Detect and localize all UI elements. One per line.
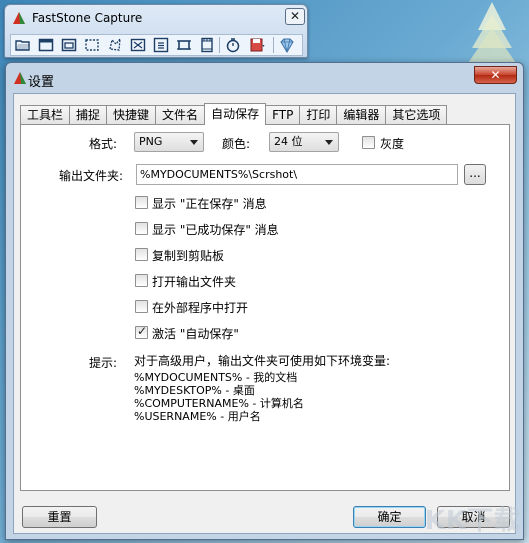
output-folder-value: %MYDOCUMENTS%\Scrshot\ (140, 168, 298, 181)
tab-other-options[interactable]: 其它选项 (385, 105, 448, 125)
capture-freehand-icon[interactable] (103, 35, 126, 55)
color-depth-select[interactable]: 24 位 (269, 132, 339, 152)
toolbar-separator (273, 37, 274, 53)
settings-tab-strip: 工具栏 捕捉 快捷键 文件名 自动保存 FTP 打印 编辑器 其它选项 (20, 103, 448, 125)
hint-computername: %COMPUTERNAME% - 计算机名 (134, 397, 304, 410)
color-depth-value: 24 位 (274, 135, 303, 148)
wallpaper-tree-icon (466, 2, 518, 66)
faststone-logo-icon (14, 72, 26, 84)
faststone-title: FastStone Capture (32, 11, 143, 25)
open-output-folder-label: 打开输出文件夹 (152, 275, 237, 289)
show-saved-message-checkbox[interactable] (135, 222, 148, 235)
format-select-value: PNG (139, 135, 163, 148)
capture-window-object-icon[interactable] (57, 35, 80, 55)
output-destination-icon[interactable] (244, 35, 272, 55)
open-output-folder-checkbox[interactable] (135, 274, 148, 287)
tab-print[interactable]: 打印 (299, 105, 338, 125)
output-folder-field[interactable]: %MYDOCUMENTS%\Scrshot\ (136, 164, 458, 185)
capture-fixed-region-icon[interactable] (172, 35, 195, 55)
open-in-external-program-checkbox[interactable] (135, 300, 148, 313)
faststone-close-button[interactable]: ✕ (285, 8, 305, 25)
tab-ftp[interactable]: FTP (265, 105, 301, 125)
capture-scrolling-icon[interactable] (149, 35, 172, 55)
output-folder-label: 输出文件夹: (59, 169, 124, 183)
settings-title: 设置 (28, 75, 55, 90)
screen-recorder-icon[interactable] (195, 35, 218, 55)
show-saving-message-label: 显示 "正在保存" 消息 (152, 197, 267, 211)
show-saved-message-label: 显示 "已成功保存" 消息 (152, 223, 279, 237)
toolbar-separator (219, 37, 220, 53)
settings-menu-icon[interactable] (275, 35, 298, 55)
reset-button[interactable]: 重置 (22, 506, 97, 528)
capture-active-window-icon[interactable] (34, 35, 57, 55)
delay-timer-icon[interactable] (221, 35, 244, 55)
copy-to-clipboard-checkbox[interactable] (135, 248, 148, 261)
chevron-down-icon (325, 140, 333, 145)
tab-toolbar[interactable]: 工具栏 (20, 105, 71, 125)
format-label: 格式: (89, 137, 118, 151)
ok-button[interactable]: 确定 (353, 506, 426, 528)
settings-dialog: 设置 ✕ 工具栏 捕捉 快捷键 文件名 自动保存 FTP 打印 编辑器 其它选项… (5, 62, 524, 540)
faststone-logo-icon (13, 12, 25, 24)
hint-label: 提示: (89, 356, 118, 370)
hint-mydocuments: %MYDOCUMENTS% - 我的文档 (134, 371, 298, 384)
autosave-panel: 格式: PNG 颜色: 24 位 灰度 输出文件夹: %MYDOCUMENTS%… (20, 124, 510, 491)
settings-titlebar[interactable]: 设置 ✕ (6, 63, 523, 93)
faststone-toolbar-window: FastStone Capture ✕ (4, 4, 308, 58)
copy-to-clipboard-label: 复制到剪贴板 (152, 249, 225, 263)
tab-autosave[interactable]: 自动保存 (204, 103, 267, 125)
capture-rectangle-icon[interactable] (80, 35, 103, 55)
open-folder-icon[interactable] (11, 35, 34, 55)
color-label: 颜色: (222, 137, 251, 151)
show-saving-message-checkbox[interactable] (135, 196, 148, 209)
hint-username: %USERNAME% - 用户名 (134, 410, 261, 423)
activate-autosave-checkbox[interactable] (135, 324, 148, 339)
tab-hotkeys[interactable]: 快捷键 (106, 105, 157, 125)
format-select[interactable]: PNG (134, 132, 204, 152)
faststone-tool-strip (10, 34, 303, 56)
faststone-titlebar[interactable]: FastStone Capture ✕ (5, 5, 307, 31)
chevron-down-icon (190, 140, 198, 145)
settings-client-area: 工具栏 捕捉 快捷键 文件名 自动保存 FTP 打印 编辑器 其它选项 格式: … (13, 93, 516, 534)
capture-fullscreen-icon[interactable] (126, 35, 149, 55)
open-in-external-program-label: 在外部程序中打开 (152, 301, 249, 315)
browse-folder-button[interactable]: ... (464, 164, 486, 185)
tab-filename[interactable]: 文件名 (155, 105, 206, 125)
tab-editor[interactable]: 编辑器 (336, 105, 387, 125)
activate-autosave-label: 激活 "自动保存" (152, 327, 239, 341)
settings-close-button[interactable]: ✕ (474, 66, 517, 84)
hint-intro: 对于高级用户，输出文件夹可使用如下环境变量: (134, 354, 391, 368)
grayscale-label: 灰度 (380, 137, 405, 151)
grayscale-checkbox[interactable] (362, 136, 375, 149)
site-watermark: KK下载 (424, 506, 521, 536)
tab-capture[interactable]: 捕捉 (69, 105, 108, 125)
hint-mydesktop: %MYDESKTOP% - 桌面 (134, 384, 255, 397)
